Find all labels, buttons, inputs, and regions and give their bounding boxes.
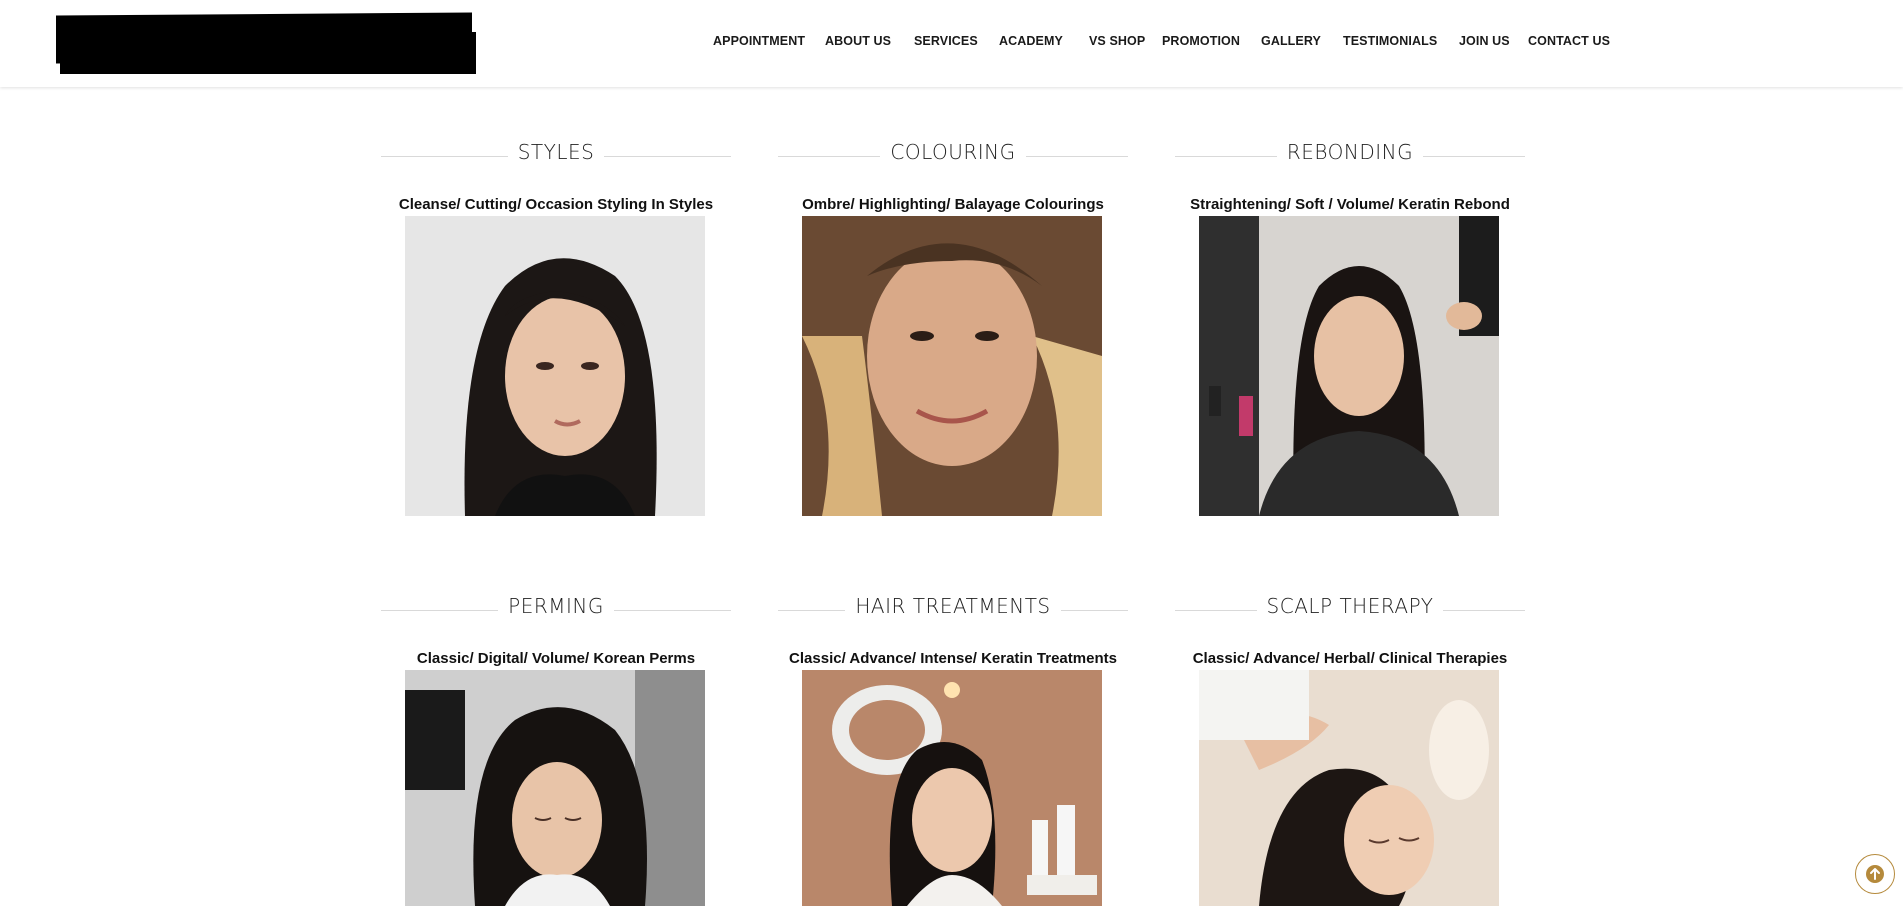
service-subtitle: Classic/ Advance/ Herbal/ Clinical Thera… — [1192, 650, 1508, 667]
service-heading: COLOURING — [778, 140, 1128, 170]
nav-promotion[interactable]: PROMOTION — [1162, 34, 1240, 48]
service-subtitle: Classic/ Advance/ Intense/ Keratin Treat… — [789, 650, 1117, 667]
scroll-to-top-button[interactable] — [1855, 854, 1895, 894]
service-subtitle: Straightening/ Soft / Volume/ Keratin Re… — [1190, 196, 1510, 213]
service-subtitle: Classic/ Digital/ Volume/ Korean Perms — [416, 650, 696, 667]
logo-redaction-bottom — [60, 32, 476, 74]
service-heading: HAIR TREATMENTS — [778, 594, 1128, 624]
service-subtitle: Ombre/ Highlighting/ Balayage Colourings — [802, 196, 1104, 213]
service-heading: PERMING — [381, 594, 731, 624]
nav-services[interactable]: SERVICES — [914, 34, 978, 48]
service-heading: SCALP THERAPY — [1175, 594, 1525, 624]
service-photo-scalp-therapy[interactable] — [1199, 670, 1499, 906]
service-photo-rebonding[interactable] — [1199, 216, 1499, 516]
nav-contact-us[interactable]: CONTACT US — [1528, 34, 1610, 48]
service-heading: STYLES — [381, 140, 731, 170]
service-subtitle: Cleanse/ Cutting/ Occasion Styling In St… — [398, 196, 714, 213]
service-photo-perming[interactable] — [405, 670, 705, 906]
nav-testimonials[interactable]: TESTIMONIALS — [1343, 34, 1437, 48]
nav-academy[interactable]: ACADEMY — [999, 34, 1063, 48]
service-heading: REBONDING — [1175, 140, 1525, 170]
service-photo-colouring[interactable] — [802, 216, 1102, 516]
nav-about-us[interactable]: ABOUT US — [825, 34, 891, 48]
site-header: APPOINTMENT ABOUT US SERVICES ACADEMY VS… — [0, 0, 1903, 87]
nav-appointment[interactable]: APPOINTMENT — [713, 34, 805, 48]
nav-gallery[interactable]: GALLERY — [1261, 34, 1321, 48]
site-logo[interactable] — [56, 12, 476, 76]
service-title: COLOURING — [880, 140, 1026, 164]
nav-vs-shop[interactable]: VS SHOP — [1089, 34, 1145, 48]
service-title: STYLES — [507, 140, 605, 164]
nav-join-us[interactable]: JOIN US — [1459, 34, 1510, 48]
service-photo-styles[interactable] — [405, 216, 705, 516]
service-title: HAIR TREATMENTS — [845, 594, 1061, 618]
arrow-up-circle-icon — [1866, 865, 1884, 883]
service-title: REBONDING — [1276, 140, 1424, 164]
service-photo-hair-treatments[interactable] — [802, 670, 1102, 906]
service-title: SCALP THERAPY — [1256, 594, 1444, 618]
service-title: PERMING — [498, 594, 614, 618]
